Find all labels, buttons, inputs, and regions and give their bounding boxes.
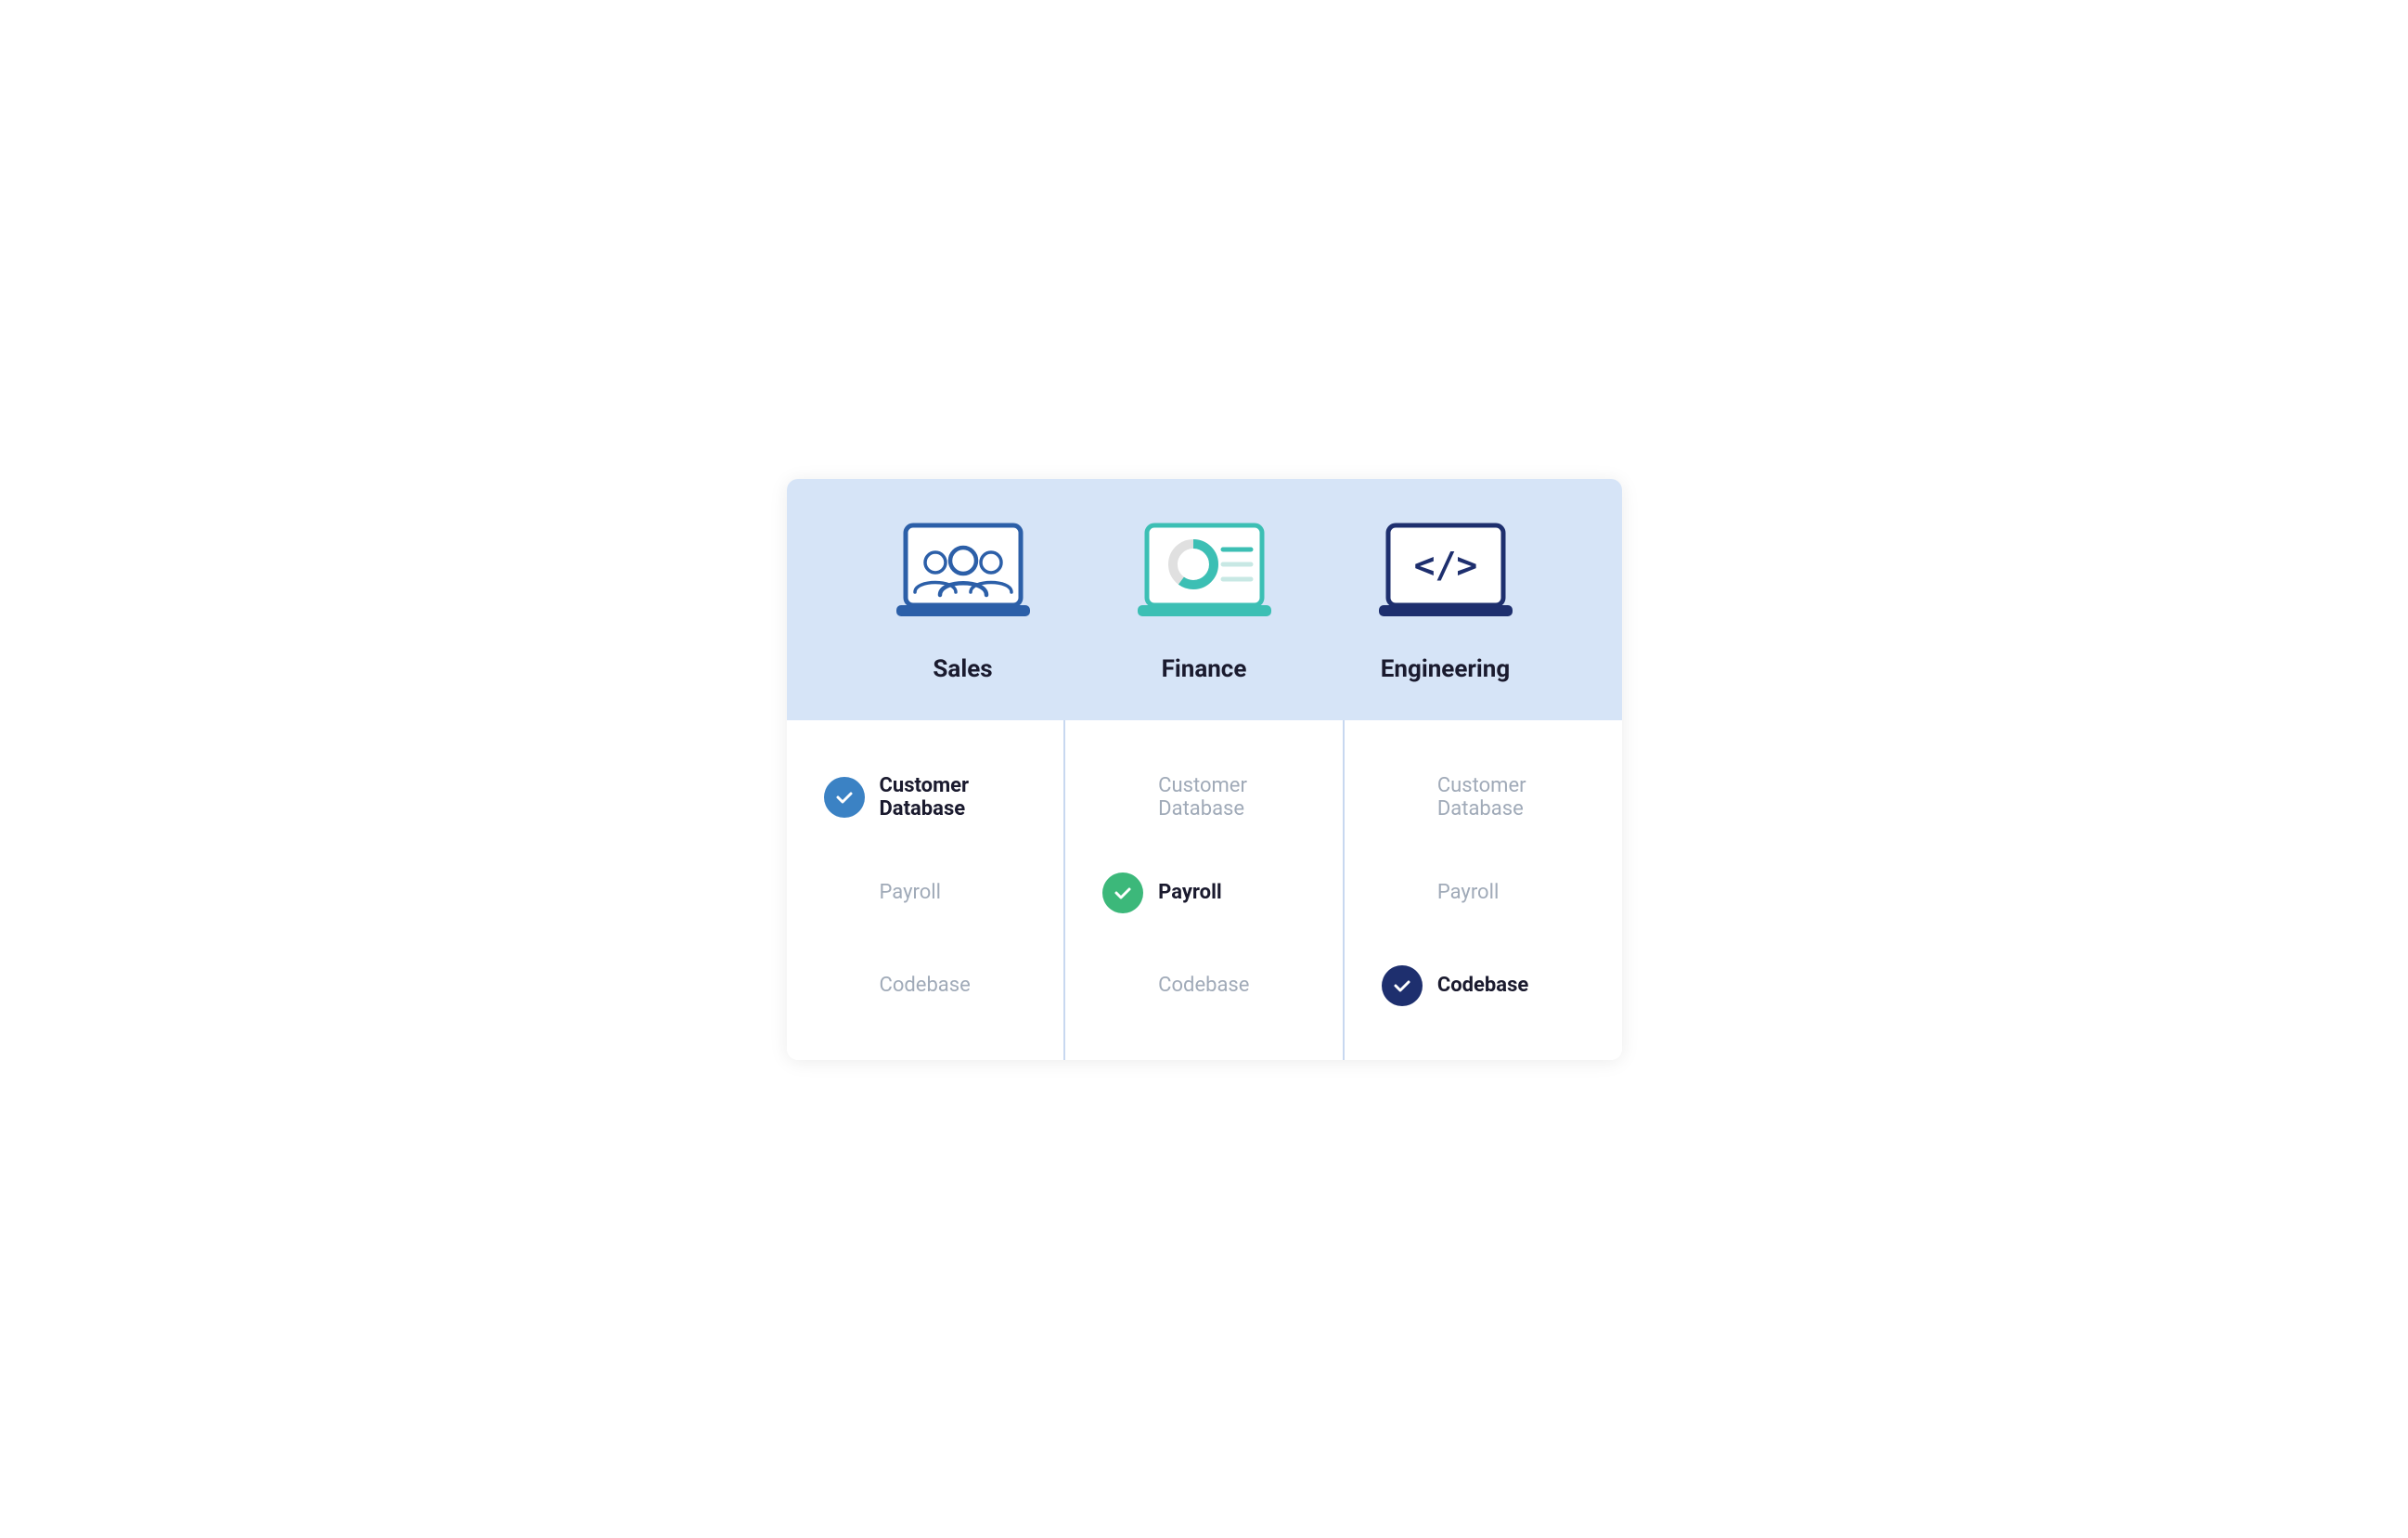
engineering-column: Customer Database Payroll Codebase [1345, 720, 1622, 1060]
department-sales: Sales [889, 516, 1037, 683]
finance-column: Customer Database Payroll Codebase [1065, 720, 1345, 1060]
engineering-payroll-placeholder [1382, 872, 1423, 913]
department-finance: Finance [1130, 516, 1279, 683]
finance-payroll-label: Payroll [1158, 881, 1222, 904]
sales-column: Customer Database Payroll Codebase [787, 720, 1066, 1060]
finance-label: Finance [1162, 655, 1247, 683]
sales-customer-database-badge [824, 777, 865, 818]
finance-codebase-row: Codebase [1102, 939, 1306, 1032]
sales-codebase-label: Codebase [880, 974, 971, 997]
department-engineering: </> Engineering [1371, 516, 1520, 683]
engineering-codebase-row: Codebase [1382, 939, 1585, 1032]
sales-payroll-label: Payroll [880, 881, 941, 904]
engineering-customer-database-row: Customer Database [1382, 748, 1585, 847]
engineering-label: Engineering [1381, 655, 1510, 683]
finance-customer-database-row: Customer Database [1102, 748, 1306, 847]
engineering-codebase-label: Codebase [1437, 974, 1528, 997]
sales-customer-database-label: Customer Database [880, 774, 1027, 821]
sales-icon [889, 516, 1037, 637]
finance-codebase-placeholder [1102, 965, 1143, 1006]
finance-customer-database-label: Customer Database [1158, 774, 1306, 821]
sales-customer-database-row: Customer Database [824, 748, 1027, 847]
department-header: Sales Finance [787, 479, 1622, 720]
finance-payroll-badge [1102, 872, 1143, 913]
finance-payroll-row: Payroll [1102, 847, 1306, 939]
sales-label: Sales [933, 655, 992, 683]
finance-codebase-label: Codebase [1158, 974, 1249, 997]
sales-codebase-placeholder [824, 965, 865, 1006]
engineering-customer-database-label: Customer Database [1437, 774, 1585, 821]
engineering-customer-database-placeholder [1382, 777, 1423, 818]
svg-text:</>: </> [1413, 545, 1477, 586]
main-container: Sales Finance [787, 479, 1622, 1060]
sales-payroll-row: Payroll [824, 847, 1027, 939]
finance-customer-database-placeholder [1102, 777, 1143, 818]
sales-codebase-row: Codebase [824, 939, 1027, 1032]
engineering-codebase-badge [1382, 965, 1423, 1006]
engineering-payroll-row: Payroll [1382, 847, 1585, 939]
sales-payroll-placeholder [824, 872, 865, 913]
engineering-payroll-label: Payroll [1437, 881, 1499, 904]
engineering-icon: </> [1371, 516, 1520, 637]
data-section: Customer Database Payroll Codebase Custo… [787, 720, 1622, 1060]
finance-icon [1130, 516, 1279, 637]
